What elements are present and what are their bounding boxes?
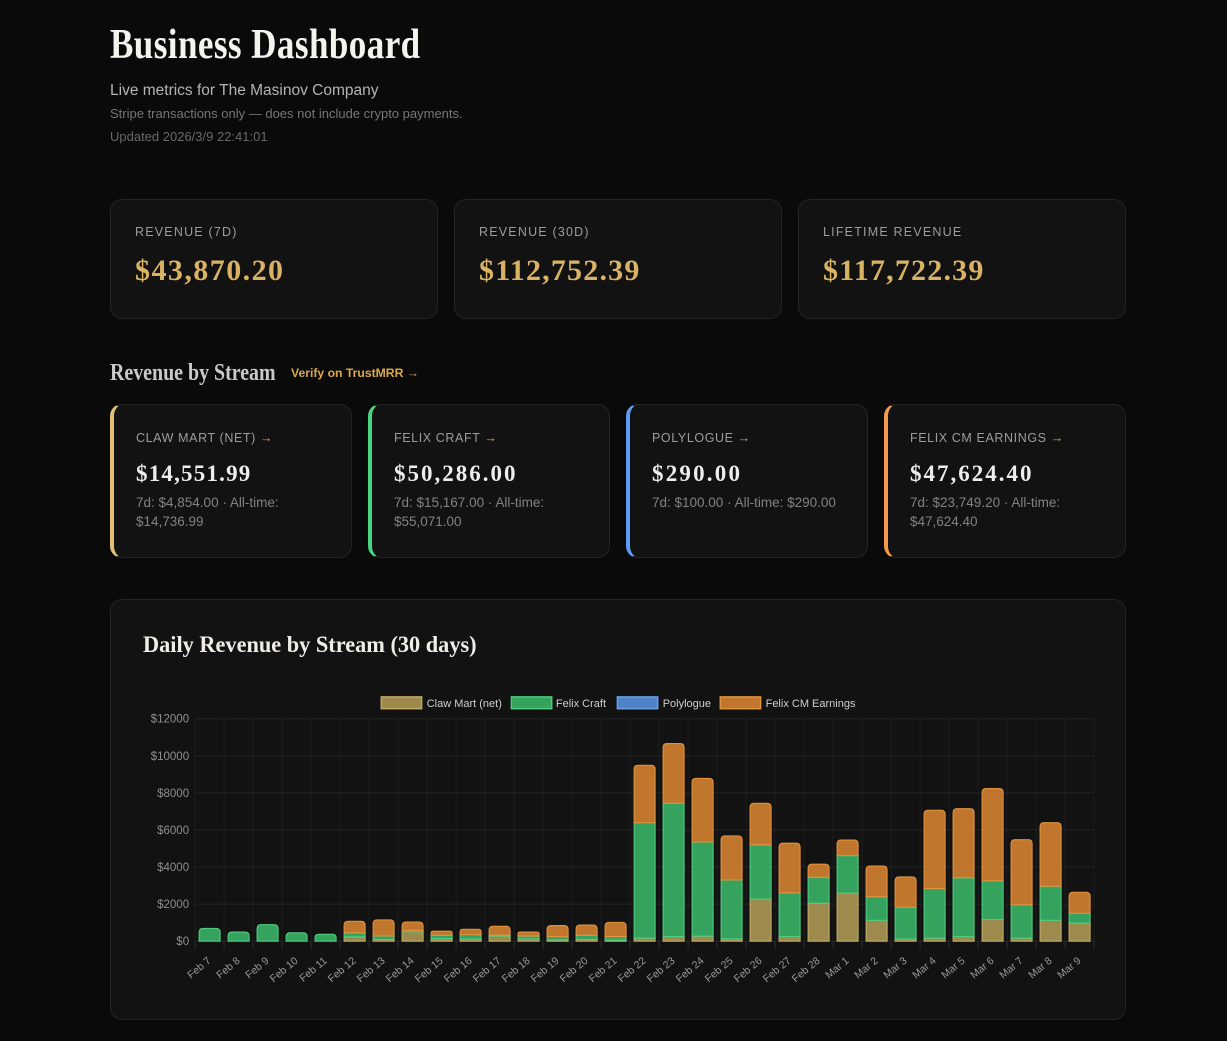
svg-text:Feb 16: Feb 16 bbox=[442, 954, 475, 984]
svg-text:Mar 9: Mar 9 bbox=[1055, 954, 1083, 981]
svg-text:Feb 22: Feb 22 bbox=[616, 954, 649, 984]
svg-text:$4000: $4000 bbox=[157, 862, 189, 874]
svg-text:Mar 7: Mar 7 bbox=[997, 954, 1025, 981]
svg-text:Polylogue: Polylogue bbox=[663, 698, 711, 710]
svg-text:Feb 26: Feb 26 bbox=[732, 954, 765, 984]
svg-text:Mar 1: Mar 1 bbox=[823, 954, 851, 981]
svg-text:$2000: $2000 bbox=[157, 899, 189, 911]
svg-text:$12000: $12000 bbox=[151, 713, 189, 725]
svg-text:Feb 27: Feb 27 bbox=[761, 954, 794, 984]
svg-text:$10000: $10000 bbox=[151, 750, 189, 762]
svg-text:$6000: $6000 bbox=[157, 824, 189, 836]
svg-text:Felix Craft: Felix Craft bbox=[556, 698, 606, 710]
svg-text:Feb 25: Feb 25 bbox=[703, 954, 736, 984]
svg-text:$0: $0 bbox=[176, 936, 189, 948]
svg-text:Feb 12: Feb 12 bbox=[326, 954, 359, 984]
svg-text:Feb 17: Feb 17 bbox=[471, 954, 504, 984]
svg-text:$8000: $8000 bbox=[157, 787, 189, 799]
svg-text:Feb 14: Feb 14 bbox=[384, 954, 417, 984]
svg-text:Mar 6: Mar 6 bbox=[968, 954, 996, 981]
svg-text:Feb 10: Feb 10 bbox=[268, 954, 301, 984]
svg-text:Feb 15: Feb 15 bbox=[413, 954, 446, 984]
svg-text:Mar 5: Mar 5 bbox=[939, 954, 967, 981]
svg-text:Feb 24: Feb 24 bbox=[674, 954, 707, 984]
svg-text:Claw Mart (net): Claw Mart (net) bbox=[427, 698, 502, 710]
svg-text:Mar 4: Mar 4 bbox=[910, 954, 938, 981]
svg-text:Feb 7: Feb 7 bbox=[185, 954, 213, 981]
svg-text:Feb 18: Feb 18 bbox=[500, 954, 533, 984]
svg-text:Feb 8: Feb 8 bbox=[214, 954, 242, 981]
svg-text:Feb 9: Feb 9 bbox=[243, 954, 271, 981]
svg-text:Mar 3: Mar 3 bbox=[881, 954, 909, 981]
svg-text:Feb 21: Feb 21 bbox=[587, 954, 620, 984]
svg-text:Feb 11: Feb 11 bbox=[297, 954, 329, 984]
svg-text:Mar 2: Mar 2 bbox=[852, 954, 880, 981]
svg-text:Mar 8: Mar 8 bbox=[1026, 954, 1054, 981]
svg-text:Feb 20: Feb 20 bbox=[558, 954, 591, 984]
svg-text:Feb 28: Feb 28 bbox=[790, 954, 823, 984]
svg-text:Feb 19: Feb 19 bbox=[529, 954, 562, 984]
svg-text:Felix CM Earnings: Felix CM Earnings bbox=[766, 698, 856, 710]
svg-text:Feb 13: Feb 13 bbox=[355, 954, 388, 984]
svg-text:Feb 23: Feb 23 bbox=[645, 954, 678, 984]
